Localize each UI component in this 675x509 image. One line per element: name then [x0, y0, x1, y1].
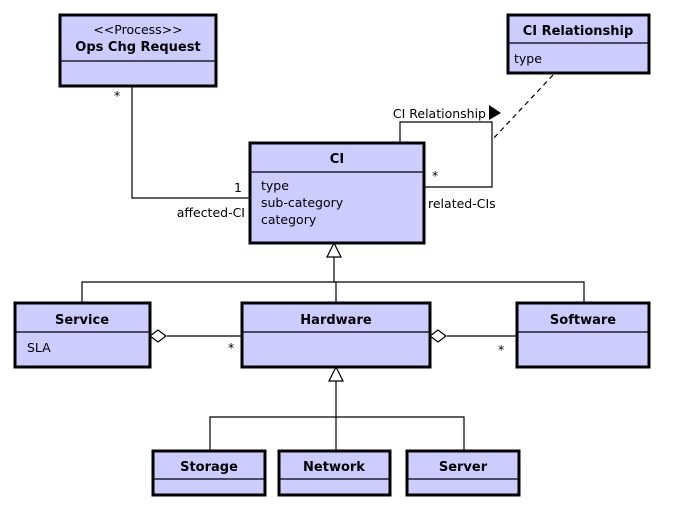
multiplicity: 1	[234, 180, 242, 195]
class-ci-relationship[interactable]: CI Relationship type	[506, 13, 651, 75]
direction-arrow-icon	[489, 105, 501, 120]
class-software[interactable]: Software	[515, 301, 651, 369]
attribute: sub-category	[261, 195, 344, 210]
class-ci[interactable]: CI type sub-category category	[248, 141, 426, 245]
multiplicity: *	[498, 342, 504, 357]
class-name: Service	[55, 313, 109, 328]
association-ops-ci	[131, 86, 250, 199]
attribute: category	[261, 212, 317, 227]
class-hardware[interactable]: Hardware	[240, 301, 432, 369]
aggregation-diamond-icon	[429, 329, 447, 343]
class-name: Storage	[180, 460, 238, 475]
class-service[interactable]: Service SLA	[13, 301, 152, 369]
role-label: affected-CI	[177, 205, 245, 220]
stereotype: <<Process>>	[93, 22, 182, 37]
class-name: CI	[330, 152, 344, 167]
attribute: type	[514, 51, 542, 66]
generalization-branch	[81, 281, 585, 303]
class-name: Network	[303, 460, 365, 475]
class-server[interactable]: Server	[405, 449, 521, 497]
class-name: Ops Chg Request	[75, 40, 200, 55]
class-storage[interactable]: Storage	[151, 449, 267, 497]
class-name: CI Relationship	[523, 24, 634, 39]
generalization-triangle-icon	[328, 365, 344, 382]
multiplicity: *	[228, 340, 234, 355]
attribute: type	[261, 178, 289, 193]
class-name: Server	[439, 460, 488, 475]
aggregation-diamond-icon	[149, 329, 167, 343]
class-ops-chg-request[interactable]: <<Process>> Ops Chg Request	[58, 13, 218, 88]
multiplicity: *	[114, 88, 120, 103]
attribute: SLA	[27, 340, 51, 355]
association-class-link	[491, 74, 554, 141]
uml-class-diagram: <<Process>> Ops Chg Request CI Relations…	[13, 13, 651, 497]
role-label: related-CIs	[428, 196, 496, 211]
multiplicity: *	[432, 168, 438, 183]
class-name: Hardware	[300, 313, 372, 328]
generalization-branch-hw	[209, 416, 465, 451]
generalization-triangle-icon	[326, 241, 342, 258]
association-name: CI Relationship	[393, 106, 486, 121]
class-name: Software	[550, 313, 616, 328]
class-network[interactable]: Network	[277, 449, 392, 497]
